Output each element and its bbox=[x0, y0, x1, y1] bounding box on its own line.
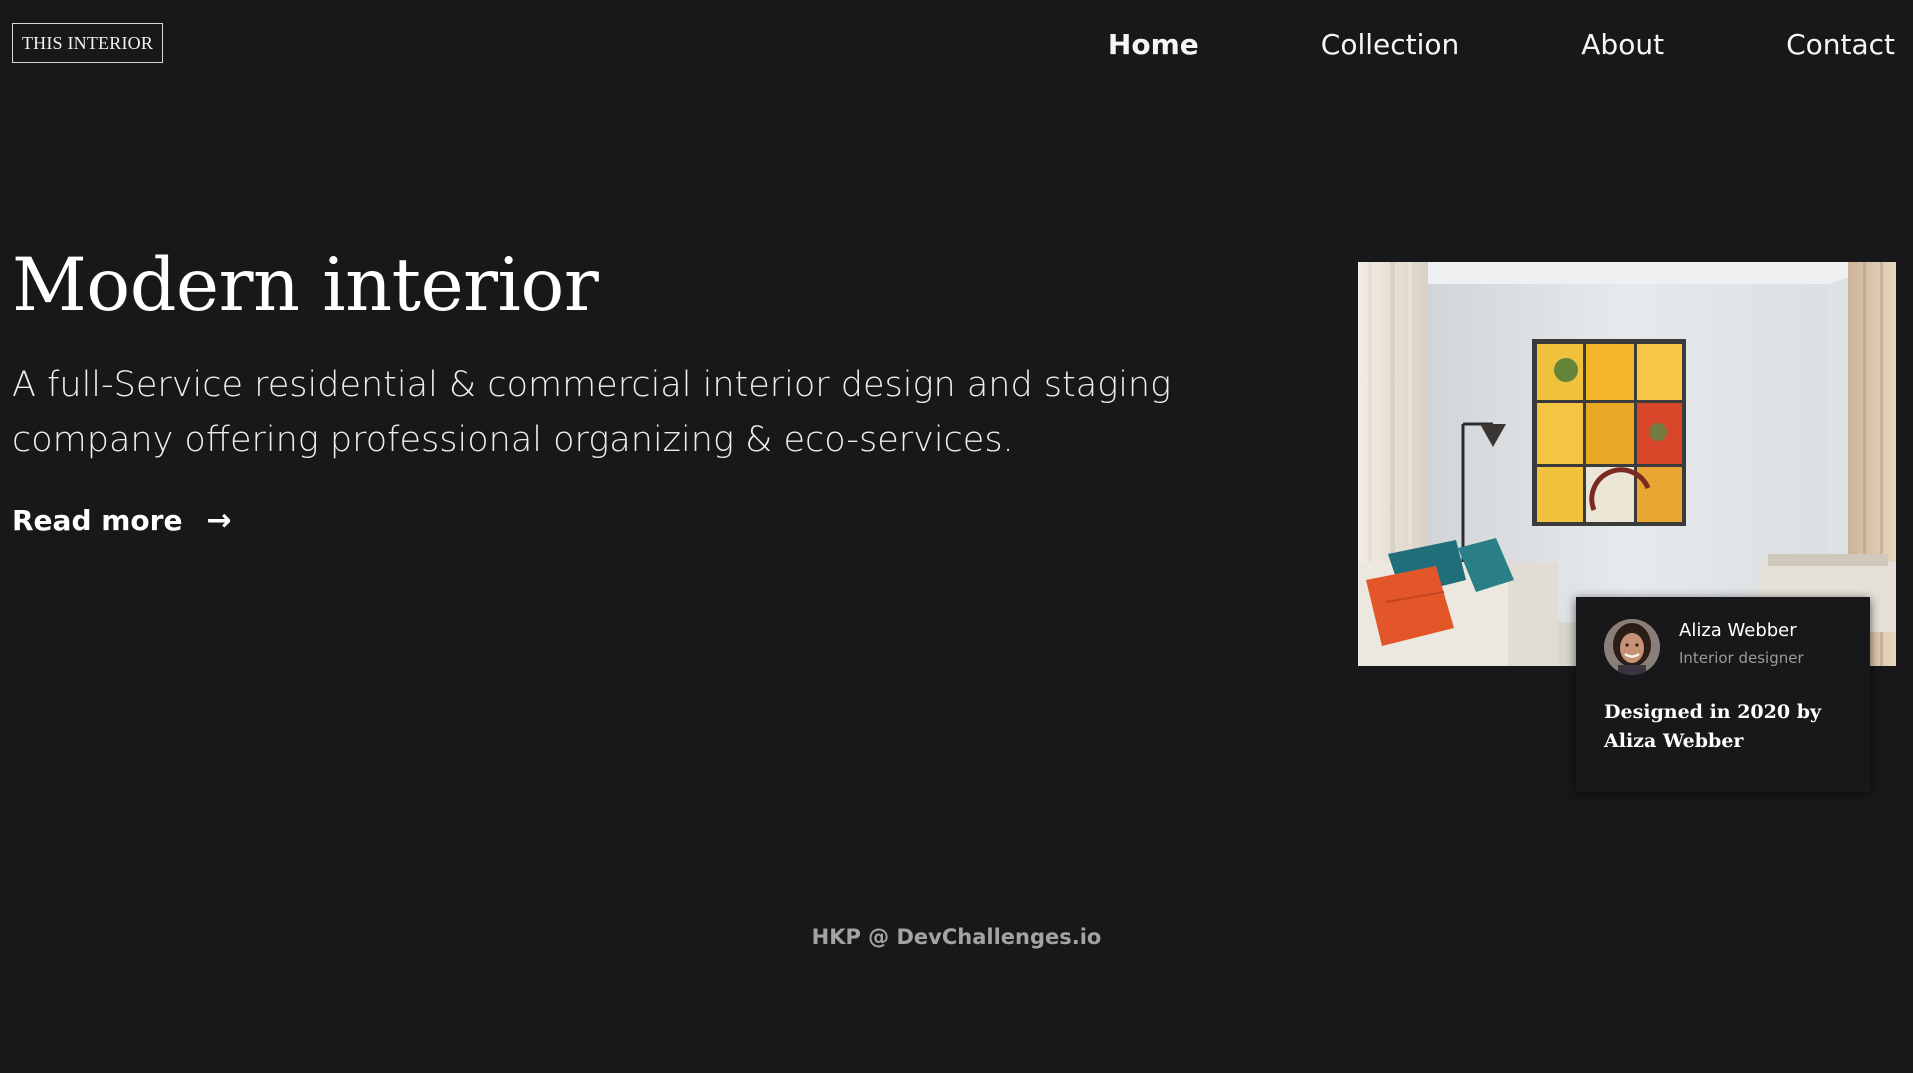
read-more-link[interactable]: Read more → bbox=[12, 503, 232, 538]
read-more-label: Read more bbox=[12, 504, 183, 537]
footer-credit: HKP @ DevChallenges.io bbox=[811, 925, 1102, 949]
arrow-right-icon: → bbox=[206, 503, 232, 538]
nav-home-link[interactable]: Home bbox=[1108, 28, 1199, 61]
designer-role: Interior designer bbox=[1679, 649, 1804, 667]
nav-about-link[interactable]: About bbox=[1581, 28, 1664, 61]
logo[interactable]: THIS INTERIOR bbox=[12, 23, 163, 63]
designed-by-text: Designed in 2020 by Aliza Webber bbox=[1604, 701, 1822, 752]
nav-contact-link[interactable]: Contact bbox=[1786, 28, 1895, 61]
main-nav: Home Collection About Contact bbox=[986, 22, 1895, 66]
designer-avatar bbox=[1604, 619, 1660, 675]
logo-text: THIS INTERIOR bbox=[21, 32, 154, 53]
designer-name: Aliza Webber bbox=[1679, 620, 1797, 641]
hero-title: Modern interior bbox=[12, 243, 599, 328]
designer-card: Aliza Webber Interior designer Designed … bbox=[1576, 597, 1870, 792]
nav-collection-link[interactable]: Collection bbox=[1321, 28, 1460, 61]
page: THIS INTERIOR Home Collection About Cont… bbox=[0, 0, 1913, 1073]
hero-description: A full-Service residential & commercial … bbox=[12, 365, 1172, 460]
